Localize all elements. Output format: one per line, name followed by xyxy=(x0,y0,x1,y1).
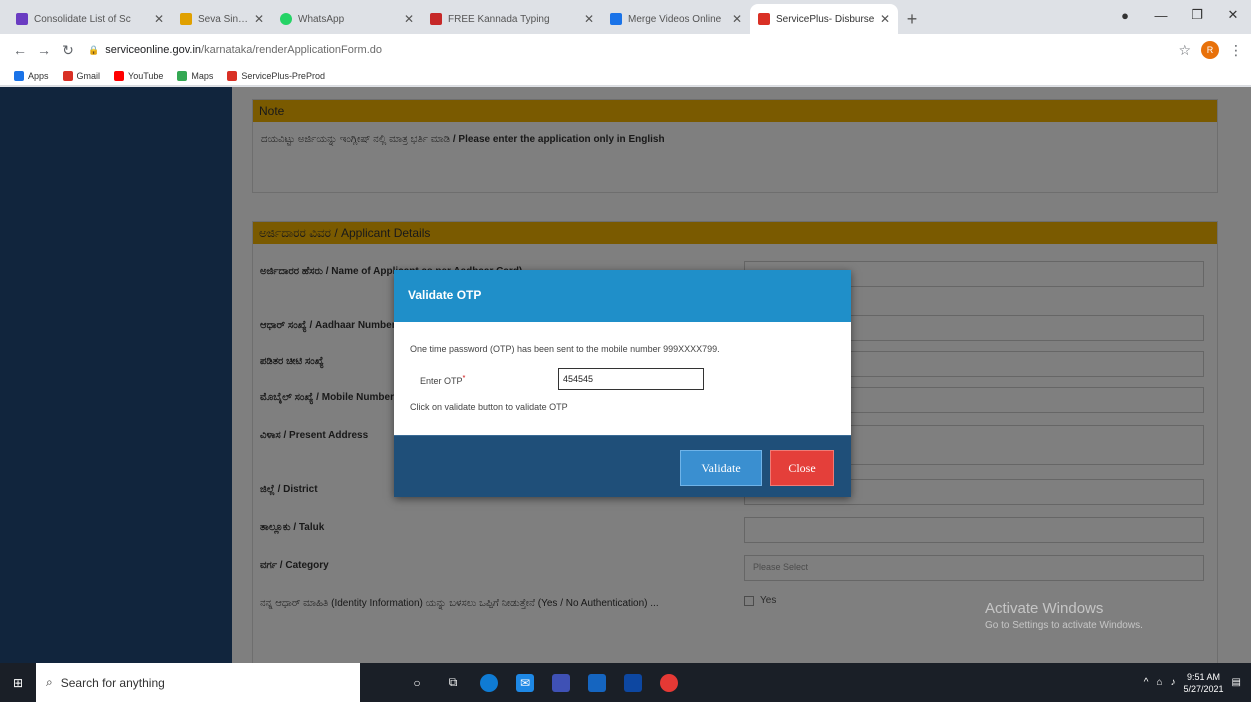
new-tab-button[interactable]: + xyxy=(898,4,926,34)
chrome-icon[interactable] xyxy=(660,673,678,692)
browser-tab[interactable]: FREE Kannada Typing ✕ xyxy=(422,4,602,34)
task-view-icon[interactable]: ⧉ xyxy=(444,674,462,692)
back-icon[interactable]: ← xyxy=(8,42,32,58)
tab-favicon-icon xyxy=(16,13,28,25)
taskbar-search[interactable]: ⌕ Search for anything xyxy=(36,663,360,702)
browser-tab[interactable]: Seva Sindhu ✕ xyxy=(172,4,272,34)
validate-hint: Click on validate button to validate OTP xyxy=(410,402,568,412)
cortana-icon[interactable]: ○ xyxy=(408,674,426,692)
otp-label: Enter OTP xyxy=(420,375,463,386)
browser-tab-active[interactable]: ServicePlus- Disburse ✕ xyxy=(750,4,898,34)
tab-close-icon[interactable]: ✕ xyxy=(732,12,742,26)
browser-toolbar: ← → ↻ 🔒 serviceonline.gov.in/karnataka/r… xyxy=(0,34,1251,66)
profile-avatar[interactable]: R xyxy=(1201,41,1219,59)
tab-favicon-icon xyxy=(758,13,770,25)
network-icon[interactable]: ⌂ xyxy=(1156,677,1162,688)
notifications-icon[interactable]: ▤ xyxy=(1232,677,1241,688)
validate-otp-dialog: Validate OTP One time password (OTP) has… xyxy=(394,270,851,497)
close-button[interactable]: Close xyxy=(770,450,834,486)
tab-close-icon[interactable]: ✕ xyxy=(404,12,414,26)
dialog-title: Validate OTP xyxy=(394,270,851,322)
gmail-icon xyxy=(62,70,73,81)
otp-sent-message: One time password (OTP) has been sent to… xyxy=(410,344,720,354)
window-close-icon[interactable]: ✕ xyxy=(1215,7,1251,23)
photos-icon[interactable] xyxy=(552,673,570,692)
browser-tab[interactable]: Consolidate List of Sc ✕ xyxy=(8,4,172,34)
tab-favicon-icon xyxy=(280,13,292,25)
validate-button[interactable]: Validate xyxy=(680,450,762,486)
bookmark-youtube[interactable]: YouTube xyxy=(114,70,163,81)
file-explorer-icon[interactable] xyxy=(588,673,606,692)
tab-close-icon[interactable]: ✕ xyxy=(584,12,594,26)
tab-favicon-icon xyxy=(430,13,442,25)
lock-icon: 🔒 xyxy=(88,44,100,55)
tab-close-icon[interactable]: ✕ xyxy=(154,12,164,26)
serviceplus-icon xyxy=(227,70,238,81)
reload-icon[interactable]: ↻ xyxy=(56,42,80,59)
tab-close-icon[interactable]: ✕ xyxy=(254,12,264,26)
taskbar-search-placeholder: Search for anything xyxy=(60,675,165,690)
window-controls: ● — ❐ ✕ xyxy=(1107,0,1251,30)
minimize-icon[interactable]: — xyxy=(1143,8,1179,23)
apps-grid-icon xyxy=(14,70,24,81)
bookmark-gmail[interactable]: Gmail xyxy=(62,70,100,81)
bookmark-maps[interactable]: Maps xyxy=(177,70,213,81)
kebab-menu-icon[interactable]: ⋮ xyxy=(1229,42,1243,59)
browser-tab[interactable]: WhatsApp ✕ xyxy=(272,4,422,34)
url-host: serviceonline.gov.in xyxy=(105,44,202,56)
tab-favicon-icon xyxy=(610,13,622,25)
system-tray: ^ ⌂ ♪ 9:51 AM 5/27/2021 ▤ xyxy=(1144,663,1251,702)
tray-chevron-icon[interactable]: ^ xyxy=(1144,677,1149,688)
youtube-icon xyxy=(114,70,125,81)
tab-favicon-icon xyxy=(180,13,192,25)
browser-menu-icon[interactable]: ● xyxy=(1107,8,1143,23)
taskbar-clock[interactable]: 9:51 AM 5/27/2021 xyxy=(1184,671,1224,695)
mail-icon[interactable]: ✉ xyxy=(516,673,534,692)
bookmark-serviceplus[interactable]: ServicePlus-PreProd xyxy=(227,70,325,81)
edge-icon[interactable] xyxy=(480,673,498,692)
windows-taskbar: ⊞ ⌕ Search for anything ○ ⧉ ✉ ^ ⌂ ♪ 9:51… xyxy=(0,663,1251,702)
bookmarks-bar: Apps Gmail YouTube Maps ServicePlus-PreP… xyxy=(0,66,1251,86)
browser-tab[interactable]: Merge Videos Online ✕ xyxy=(602,4,750,34)
store-icon[interactable] xyxy=(624,673,642,692)
otp-input[interactable] xyxy=(558,368,704,390)
maximize-icon[interactable]: ❐ xyxy=(1179,7,1215,23)
windows-start-icon[interactable]: ⊞ xyxy=(0,663,36,702)
forward-icon[interactable]: → xyxy=(32,42,56,58)
bookmark-apps[interactable]: Apps xyxy=(14,70,49,81)
dialog-footer: Validate Close xyxy=(394,435,851,497)
address-bar[interactable]: 🔒 serviceonline.gov.in/karnataka/renderA… xyxy=(88,38,1170,62)
search-icon: ⌕ xyxy=(46,675,53,689)
maps-icon xyxy=(177,70,188,81)
browser-tab-strip: Consolidate List of Sc ✕ Seva Sindhu ✕ W… xyxy=(0,0,1251,34)
web-page: Note ದಯವಿಟ್ಟು ಅರ್ಜಿಯನ್ನು ಇಂಗ್ಲೀಷ್ ನಲ್ಲಿ … xyxy=(0,87,1251,663)
tab-close-icon[interactable]: ✕ xyxy=(880,12,890,26)
activate-windows-watermark: Activate Windows Go to Settings to activ… xyxy=(985,600,1143,631)
bookmark-star-icon[interactable]: ☆ xyxy=(1178,42,1191,59)
url-path: /karnataka/renderApplicationForm.do xyxy=(201,44,382,56)
required-marker: * xyxy=(462,372,466,382)
volume-icon[interactable]: ♪ xyxy=(1171,677,1176,688)
